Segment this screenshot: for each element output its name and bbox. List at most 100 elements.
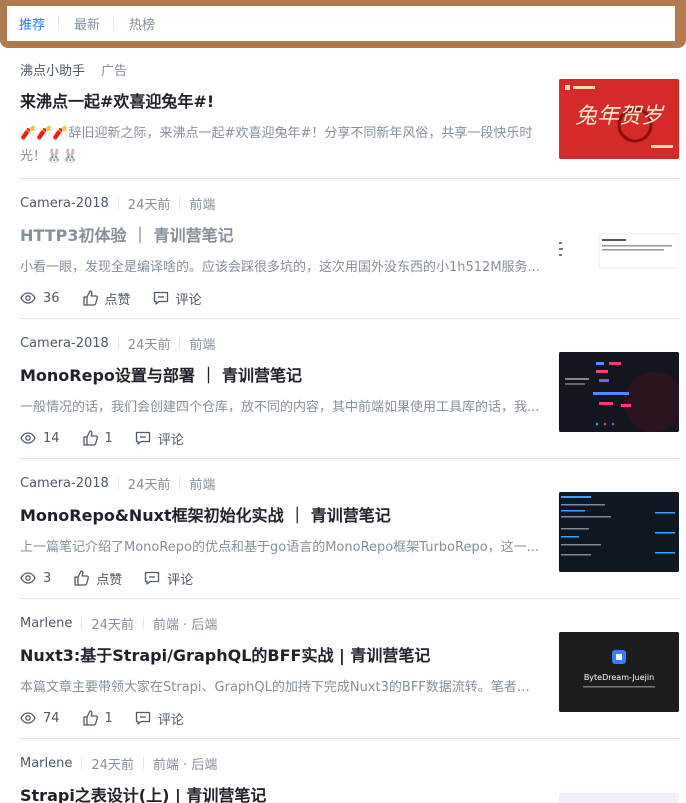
tabbar-frame: 推荐 最新 热榜 bbox=[0, 0, 686, 48]
article-entry[interactable]: Camera-2018 24天前 前端 MonoRepo设置与部署 ｜ 青训营笔… bbox=[20, 319, 679, 459]
entry-abstract[interactable]: 一般情况的话，我们会创建四个仓库，放不同的内容，其中前端如果使用工具库的话，我.… bbox=[20, 397, 540, 419]
article-tags[interactable]: 前端 bbox=[189, 194, 215, 213]
article-entry[interactable]: Marlene 24天前 前端 · 后端 Nuxt3:基于Strapi/Grap… bbox=[20, 599, 679, 739]
author-name[interactable]: Camera-2018 bbox=[20, 196, 109, 211]
comment-button[interactable]: 评论 bbox=[144, 569, 193, 588]
publish-time: 24天前 bbox=[127, 197, 171, 213]
entry-meta: Camera-2018 24天前 前端 bbox=[20, 193, 215, 213]
author-name[interactable]: 沸点小助手 bbox=[20, 60, 85, 79]
thumb-title: ByteDream-Juejin bbox=[584, 673, 654, 682]
eye-icon bbox=[20, 292, 36, 304]
like-button[interactable]: 点赞 bbox=[73, 569, 122, 588]
article-tags[interactable]: 前端 · 后端 bbox=[153, 754, 217, 773]
article-cover-image bbox=[559, 492, 679, 572]
comment-label: 评论 bbox=[157, 432, 184, 448]
publish-time: 24天前 bbox=[127, 477, 171, 493]
entry-abstract[interactable]: 小看一眼，发现全是编译啥的。应该会踩很多坑的，这次用国外没东西的小1h512M服… bbox=[20, 257, 540, 279]
entry-actions: 3 点赞 评论 bbox=[20, 568, 215, 588]
meta-divider bbox=[142, 757, 144, 769]
thumbs-up-icon bbox=[82, 290, 98, 306]
author-name[interactable]: Marlene bbox=[20, 756, 72, 771]
view-count-value: 14 bbox=[43, 430, 60, 446]
view-count-value: 36 bbox=[43, 290, 60, 306]
article-cover-image bbox=[559, 212, 679, 292]
author-name[interactable]: Camera-2018 bbox=[20, 336, 109, 351]
entry-title[interactable]: 来沸点一起#欢喜迎兔年#! bbox=[20, 90, 214, 114]
eye-icon bbox=[20, 432, 36, 444]
ad-badge: 广告 bbox=[101, 63, 128, 79]
meta-divider bbox=[117, 477, 119, 489]
new-year-banner-image: 兔年贺岁 bbox=[559, 79, 679, 159]
meta-divider bbox=[179, 197, 181, 209]
comment-label: 评论 bbox=[157, 712, 184, 728]
comment-label: 评论 bbox=[175, 292, 202, 308]
article-entry[interactable]: Camera-2018 24天前 前端 MonoRepo&Nuxt框架初始化实战… bbox=[20, 459, 679, 599]
entry-thumbnail[interactable] bbox=[559, 492, 679, 572]
meta-divider bbox=[117, 337, 119, 349]
comment-button[interactable]: 评论 bbox=[153, 289, 202, 308]
like-label: 点赞 bbox=[96, 572, 123, 588]
entry-meta: 沸点小助手 广告 bbox=[20, 59, 127, 79]
view-count-value: 74 bbox=[43, 710, 60, 726]
meta-divider bbox=[179, 337, 181, 349]
tab-latest[interactable]: 最新 bbox=[74, 14, 113, 33]
comment-button[interactable]: 评论 bbox=[135, 429, 184, 448]
article-cover-image: ByteDream-Juejin bbox=[559, 632, 679, 712]
entry-title[interactable]: MonoRepo&Nuxt框架初始化实战 ｜ 青训营笔记 bbox=[20, 504, 391, 528]
feed-tabs: 推荐 最新 热榜 bbox=[7, 6, 675, 41]
tab-divider bbox=[58, 17, 60, 30]
comment-button[interactable]: 评论 bbox=[135, 709, 184, 728]
comment-icon bbox=[153, 291, 168, 305]
article-entry[interactable]: Camera-2018 24天前 前端 HTTP3初体验 ｜ 青训营笔记 小看一… bbox=[20, 179, 679, 319]
eye-icon bbox=[20, 712, 36, 724]
entry-meta: Camera-2018 24天前 前端 bbox=[20, 333, 215, 353]
entry-title[interactable]: Nuxt3:基于Strapi/GraphQL的BFF实战 | 青训营笔记 bbox=[20, 644, 430, 668]
publish-time: 24天前 bbox=[91, 757, 134, 773]
entry-abstract[interactable]: 🧨🧨🧨辞旧迎新之际，来沸点一起#欢喜迎兔年#！分享不同新年风俗，共享一段快乐时 … bbox=[20, 122, 540, 168]
entry-abstract[interactable]: 本篇文章主要带领大家在Strapi、GraphQL的加持下完成Nuxt3的BFF… bbox=[20, 677, 540, 699]
author-name[interactable]: Camera-2018 bbox=[20, 476, 109, 491]
meta-divider bbox=[117, 197, 119, 209]
ad-entry[interactable]: 沸点小助手 广告 来沸点一起#欢喜迎兔年#! 🧨🧨🧨辞旧迎新之际，来沸点一起#欢… bbox=[20, 48, 679, 179]
entry-actions: 74 1 评论 bbox=[20, 708, 206, 728]
entry-title[interactable]: HTTP3初体验 ｜ 青训营笔记 bbox=[20, 224, 234, 248]
article-entry[interactable]: Marlene 24天前 前端 · 后端 Strapi之表设计(上) | 青训营… bbox=[20, 739, 679, 803]
like-count: 1 bbox=[104, 710, 113, 726]
view-count: 36 bbox=[20, 291, 60, 306]
publish-time: 24天前 bbox=[91, 617, 134, 633]
view-count: 3 bbox=[20, 571, 51, 586]
entry-title[interactable]: MonoRepo设置与部署 ｜ 青训营笔记 bbox=[20, 364, 302, 388]
article-cover-image bbox=[559, 352, 679, 432]
article-feed: 沸点小助手 广告 来沸点一起#欢喜迎兔年#! 🧨🧨🧨辞旧迎新之际，来沸点一起#欢… bbox=[20, 48, 679, 803]
article-tags[interactable]: 前端 bbox=[189, 474, 215, 493]
comment-icon bbox=[135, 431, 150, 445]
entry-title[interactable]: Strapi之表设计(上) | 青训营笔记 bbox=[20, 784, 266, 803]
meta-divider bbox=[81, 617, 83, 629]
article-tags[interactable]: 前端 bbox=[189, 334, 215, 353]
view-count: 74 bbox=[20, 711, 60, 726]
entry-thumbnail[interactable] bbox=[559, 212, 679, 292]
comment-label: 评论 bbox=[167, 572, 194, 588]
entry-abstract[interactable]: 上一篇笔记介绍了MonoRepo的优点和基于go语言的MonoRepo框架Tur… bbox=[20, 537, 540, 559]
tab-recommend[interactable]: 推荐 bbox=[19, 14, 58, 33]
entry-thumbnail[interactable]: 兔年贺岁 bbox=[559, 79, 679, 159]
abstract-line-1: 🧨🧨🧨辞旧迎新之际，来沸点一起#欢喜迎兔年#！分享不同新年风俗，共享一段快乐时 bbox=[20, 126, 533, 141]
view-count: 14 bbox=[20, 431, 60, 446]
entry-thumbnail[interactable] bbox=[559, 793, 679, 803]
tab-hot[interactable]: 热榜 bbox=[129, 14, 168, 33]
abstract-line-2: 光！🐰🐰 bbox=[20, 149, 79, 164]
like-count: 1 bbox=[104, 430, 113, 446]
article-tags[interactable]: 前端 · 后端 bbox=[153, 614, 217, 633]
like-button[interactable]: 点赞 bbox=[82, 289, 131, 308]
publish-time: 24天前 bbox=[127, 337, 171, 353]
entry-meta: Marlene 24天前 前端 · 后端 bbox=[20, 753, 217, 773]
author-name[interactable]: Marlene bbox=[20, 616, 72, 631]
comment-icon bbox=[135, 711, 150, 725]
entry-thumbnail[interactable] bbox=[559, 352, 679, 432]
tab-divider bbox=[113, 17, 115, 30]
entry-thumbnail[interactable]: ByteDream-Juejin bbox=[559, 632, 679, 712]
like-button[interactable]: 1 bbox=[82, 430, 113, 446]
like-button[interactable]: 1 bbox=[82, 710, 113, 726]
entry-meta: Marlene 24天前 前端 · 后端 bbox=[20, 613, 217, 633]
comment-icon bbox=[145, 571, 160, 585]
